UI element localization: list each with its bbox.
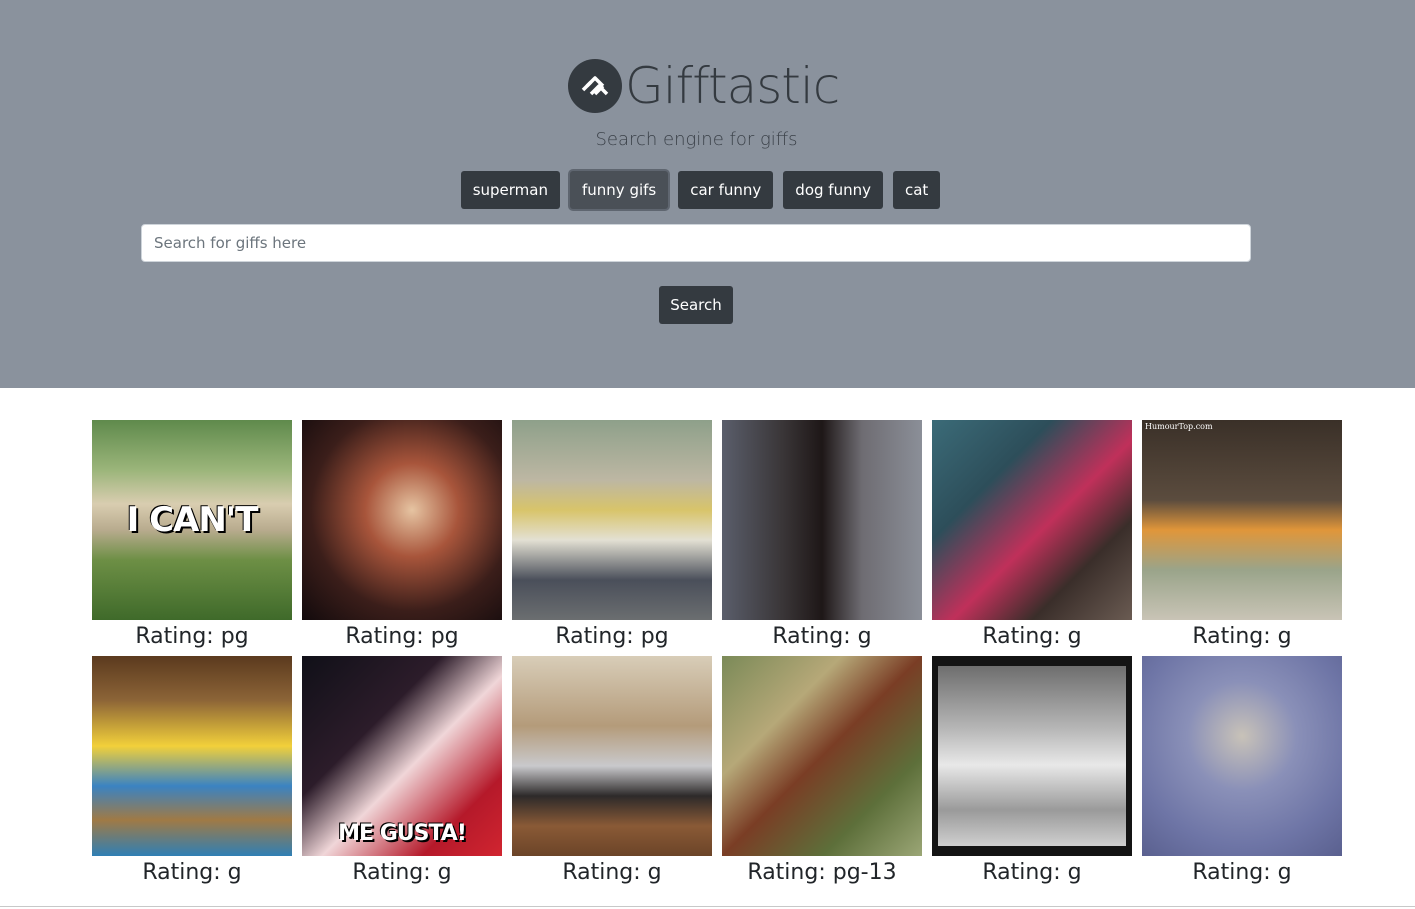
topic-button-superman[interactable]: superman — [460, 171, 560, 209]
gif-rating: Rating: g — [982, 860, 1082, 885]
gif-card: Rating: pg — [302, 420, 502, 654]
gif-caption: ME GUSTA! — [338, 821, 467, 846]
gif-image[interactable] — [932, 420, 1132, 620]
gif-frame — [938, 666, 1126, 846]
gif-card: Rating: g — [1142, 656, 1342, 890]
gif-image[interactable]: I CAN'T — [92, 420, 292, 620]
gif-card: Rating: g — [512, 656, 712, 890]
gif-caption: I CAN'T — [126, 500, 259, 540]
gif-rating: Rating: g — [352, 860, 452, 885]
gif-image[interactable] — [722, 656, 922, 856]
search-input[interactable] — [141, 224, 1251, 262]
gif-image[interactable] — [512, 420, 712, 620]
app-title: Gifftastic — [625, 57, 840, 115]
gif-card: Rating: pg-13 — [722, 656, 922, 890]
gif-card: I CAN'T Rating: pg — [92, 420, 292, 654]
gif-card: HumourTop.com Rating: g — [1142, 420, 1342, 654]
gif-rating: Rating: pg — [345, 624, 459, 649]
hero-header: Gifftastic Search engine for giffs super… — [0, 0, 1415, 388]
tagline: Search engine for giffs — [595, 129, 798, 150]
gif-image[interactable]: HumourTop.com — [1142, 420, 1342, 620]
gif-image[interactable] — [92, 656, 292, 856]
gif-card: Rating: pg — [512, 420, 712, 654]
topic-button-cat[interactable]: cat — [892, 171, 941, 209]
topic-button-dog-funny[interactable]: dog funny — [783, 171, 883, 209]
gif-rating: Rating: pg — [555, 624, 669, 649]
gif-rating: Rating: g — [1192, 624, 1292, 649]
topic-button-funny-gifs[interactable]: funny gifs — [570, 171, 669, 209]
gif-image[interactable] — [512, 656, 712, 856]
gif-card: Rating: g — [932, 656, 1132, 890]
gif-rating: Rating: pg-13 — [747, 860, 897, 885]
gif-rating: Rating: g — [562, 860, 662, 885]
topic-buttons: superman funny gifs car funny dog funny … — [0, 171, 1401, 209]
gif-image[interactable] — [1142, 656, 1342, 856]
gif-results-grid: I CAN'T Rating: pg Rating: pg Rating: pg… — [92, 420, 1342, 890]
topic-button-car-funny[interactable]: car funny — [678, 171, 774, 209]
footer-divider — [0, 906, 1415, 907]
gif-image[interactable] — [722, 420, 922, 620]
brand: Gifftastic — [568, 56, 840, 116]
gif-card: ME GUSTA! Rating: g — [302, 656, 502, 890]
gifftastic-logo-icon — [568, 59, 622, 113]
gif-image[interactable] — [302, 420, 502, 620]
gif-card: Rating: g — [722, 420, 922, 654]
gif-rating: Rating: pg — [135, 624, 249, 649]
gif-rating: Rating: g — [142, 860, 242, 885]
gif-card: Rating: g — [92, 656, 292, 890]
gif-rating: Rating: g — [772, 624, 872, 649]
gif-rating: Rating: g — [982, 624, 1082, 649]
gif-image[interactable]: ME GUSTA! — [302, 656, 502, 856]
gif-watermark: HumourTop.com — [1145, 422, 1213, 431]
gif-image[interactable] — [932, 656, 1132, 856]
search-button[interactable]: Search — [659, 286, 733, 324]
gif-card: Rating: g — [932, 420, 1132, 654]
gif-rating: Rating: g — [1192, 860, 1292, 885]
